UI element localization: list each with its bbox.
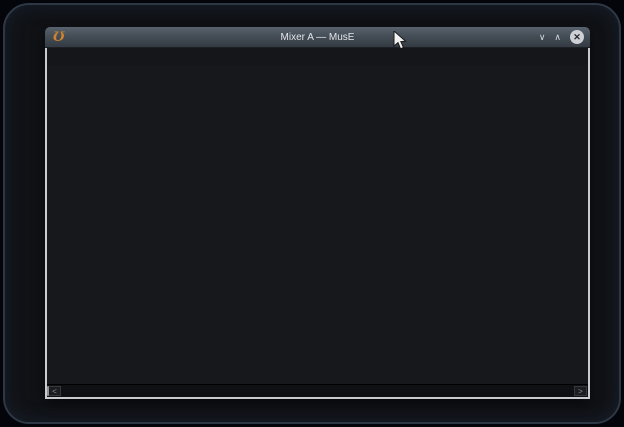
scrollbar-thumb[interactable] [47,386,49,396]
scroll-right-button[interactable]: > [574,386,587,396]
maximize-icon[interactable]: ∧ [554,33,561,42]
screen-frame: Ʊ Mixer A — MusE ∨ ∧ ✕ < > [3,3,621,424]
window-title: Mixer A — MusE [45,32,590,43]
titlebar[interactable]: Ʊ Mixer A — MusE ∨ ∧ ✕ [45,27,590,48]
window-body: < > [45,48,590,399]
mixer-strips-area [47,65,588,384]
scroll-left-button[interactable]: < [48,386,61,396]
close-icon[interactable]: ✕ [570,30,584,44]
mixer-window: Ʊ Mixer A — MusE ∨ ∧ ✕ < > [45,27,590,399]
horizontal-scrollbar[interactable]: < > [47,384,588,397]
minimize-icon[interactable]: ∨ [539,33,546,42]
menubar [47,48,588,65]
mouse-cursor [393,31,407,51]
